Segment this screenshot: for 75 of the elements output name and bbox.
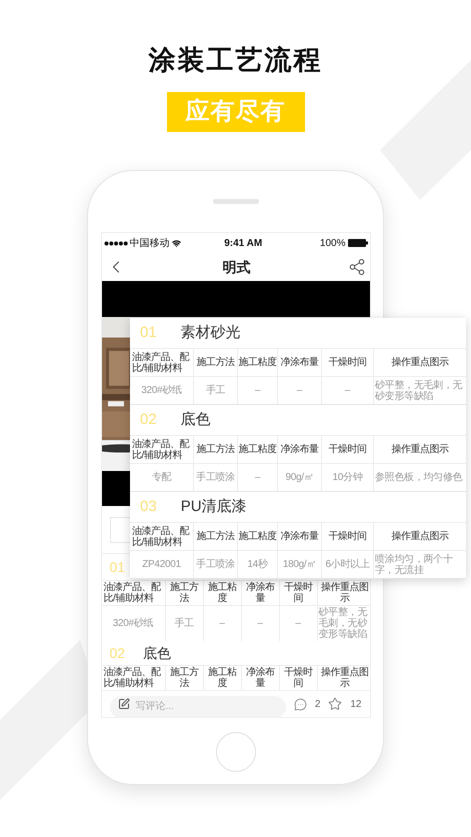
table-cell: – (238, 464, 278, 491)
column-header: 净涂布量 (278, 523, 322, 550)
step-title: 素材砂光 (180, 322, 241, 343)
step-title: 底色 (143, 644, 172, 662)
column-header: 油漆产品、配比/辅助材料 (130, 436, 194, 463)
column-header: 干燥时间 (280, 581, 318, 605)
table-cell: 手工喷涂 (194, 464, 238, 491)
column-header: 施工方法 (194, 523, 238, 550)
badge: 应有尽有 (166, 92, 304, 132)
column-header: 净涂布量 (278, 436, 322, 463)
table-cell: – (322, 377, 374, 404)
table-cell: 手工 (166, 606, 204, 641)
column-header: 施工粘度 (238, 436, 278, 463)
table-cell: 90g/㎡ (278, 464, 322, 491)
table-cell: 手工喷涂 (194, 551, 238, 578)
table-cell-text: 喷涂均匀，两个十字，无流挂 (374, 552, 454, 578)
step-number: 01 (140, 322, 157, 343)
column-header: 操作重点图示 (320, 581, 370, 605)
battery-icon (348, 239, 368, 247)
table-cell: – (204, 606, 242, 641)
column-header: 干燥时间 (322, 349, 374, 376)
column-header: 操作重点图示 (390, 530, 450, 544)
table-cell: 180g/㎡ (278, 551, 322, 578)
column-header: 净涂布量 (278, 349, 322, 376)
column-header: 施工方法 (194, 349, 238, 376)
table-cell: ZP42001 (130, 551, 194, 578)
comment-count: 2 (314, 698, 320, 712)
step-number: 02 (110, 644, 126, 662)
column-header: 油漆产品、配比/辅助材料 (130, 523, 194, 550)
table-cell: – (278, 377, 322, 404)
column-header: 油漆产品、配比/辅助材料 (130, 349, 194, 376)
table-cell: 手工 (194, 377, 238, 404)
table-cell: – (242, 606, 280, 641)
headline: 涂装工艺流程 (148, 44, 322, 76)
table-cell-text: 砂平整，无毛刺，无砂变形等缺陷 (318, 606, 368, 641)
status-time: 9:41 AM (224, 236, 262, 250)
speaker (212, 199, 258, 204)
table-cell: 320#砂纸 (102, 606, 166, 641)
column-header: 操作重点图示 (390, 356, 450, 370)
column-header: 干燥时间 (322, 436, 374, 463)
table-cell: 320#砂纸 (130, 377, 194, 404)
step-number: 02 (140, 410, 157, 430)
table-cell-text: 参照色板，均匀修色 (374, 470, 464, 485)
favorite-count: 12 (350, 698, 362, 712)
table-cell: 6小时以上 (322, 551, 374, 578)
carrier-name: 中国移动 (130, 236, 170, 250)
comment-field[interactable]: 写评论... (110, 696, 286, 717)
table-cell: 专配 (130, 464, 194, 491)
share-icon[interactable] (348, 258, 366, 276)
star-icon[interactable] (328, 697, 342, 711)
step-title: PU清底漆 (180, 496, 247, 517)
column-header: 施工粘度 (238, 349, 278, 376)
step-number: 03 (140, 496, 157, 517)
column-header: 油漆产品、配比/辅助材料 (102, 581, 166, 605)
column-header: 干燥时间 (322, 523, 374, 550)
column-header: 操作重点图示 (320, 666, 370, 690)
column-header: 净涂布量 (242, 581, 280, 605)
wifi-icon (172, 238, 180, 248)
table-cell: – (238, 377, 278, 404)
table-cell: 14秒 (238, 551, 278, 578)
column-header: 施工方法 (194, 436, 238, 463)
table-cell: – (280, 606, 318, 641)
nav-title: 明式 (222, 258, 250, 276)
table-cell-text: 砂平整，无毛刺，无砂变形等缺陷 (374, 378, 464, 404)
signal-icon (104, 240, 128, 246)
edit-icon (118, 698, 130, 710)
table-cell: 10分钟 (322, 464, 374, 491)
comment-icon[interactable] (294, 698, 307, 710)
battery-percent: 100% (320, 236, 346, 250)
column-header: 施工粘度 (204, 581, 242, 605)
column-header: 施工方法 (166, 581, 204, 605)
step-title: 底色 (180, 410, 211, 430)
step-number: 01 (110, 558, 126, 576)
column-header: 操作重点图示 (390, 442, 450, 457)
column-header: 施工粘度 (238, 523, 278, 550)
